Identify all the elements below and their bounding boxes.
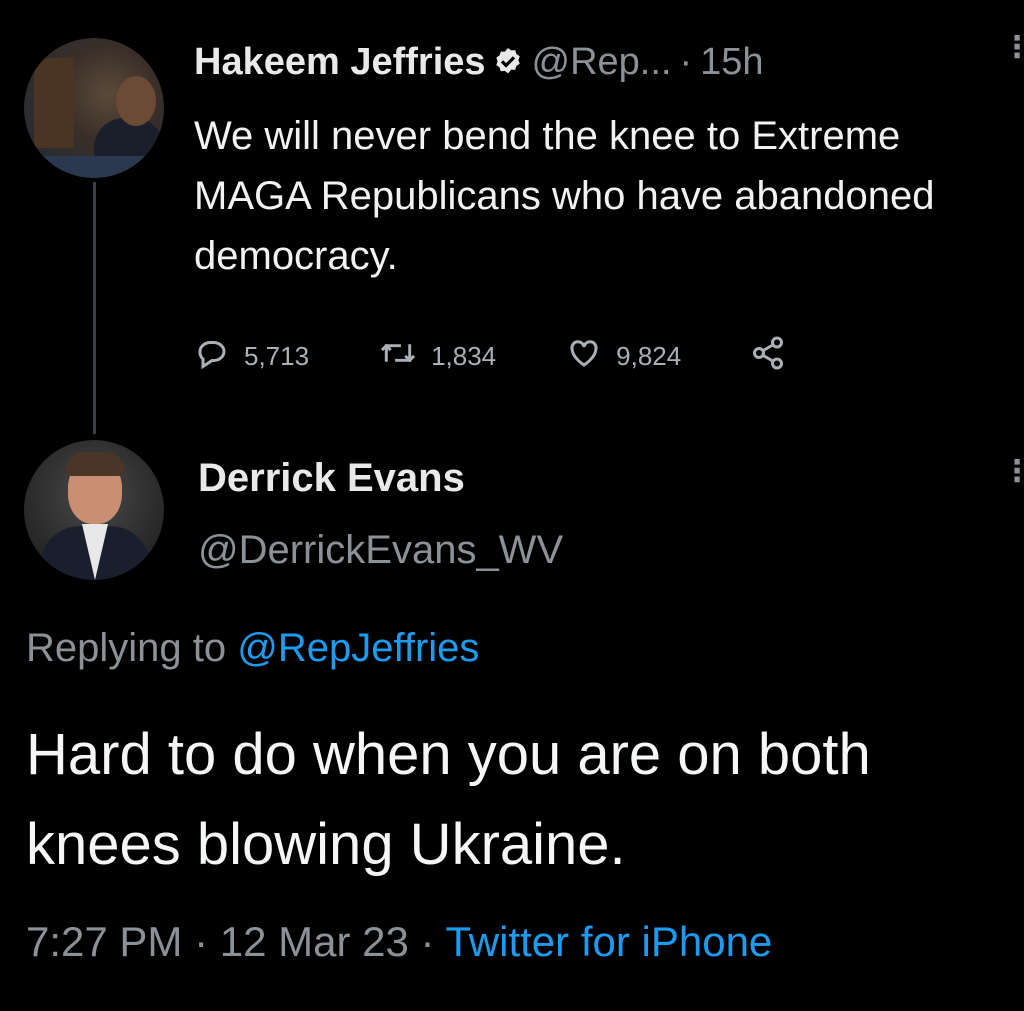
replying-to-line: Replying to @RepJeffries — [26, 626, 479, 671]
tweet1-text: We will never bend the knee to Extreme M… — [194, 114, 935, 278]
share-button[interactable] — [749, 335, 801, 378]
replying-to-mention-link[interactable]: @RepJeffries — [237, 626, 479, 670]
avatar-head — [116, 76, 156, 126]
tweet2-date[interactable]: 12 Mar 23 — [220, 918, 409, 965]
verified-badge-icon — [492, 42, 524, 90]
tweet2-handle[interactable]: @DerrickEvans_WV — [198, 528, 563, 573]
vertical-ellipsis-icon[interactable]: ⋮ — [1002, 33, 1024, 63]
share-icon — [749, 335, 801, 378]
replying-to-label: Replying to — [26, 626, 238, 670]
avatar-derrick-evans[interactable] — [24, 440, 164, 580]
thread-connector-line — [93, 182, 96, 434]
like-count: 9,824 — [616, 340, 682, 371]
retweet-button[interactable]: 1,834 — [379, 335, 496, 378]
reply-count: 5,713 — [244, 340, 310, 371]
separator-dot: · — [194, 918, 209, 965]
separator-dot: · — [420, 918, 435, 965]
comment-bubble-icon — [194, 335, 244, 378]
tweet1-timestamp[interactable]: 15h — [700, 41, 763, 83]
tweet2-metadata: 7:27 PM · 12 Mar 23 · Twitter for iPhone — [26, 918, 772, 966]
heart-icon — [566, 335, 616, 378]
retweet-count: 1,834 — [431, 340, 497, 371]
avatar-hakeem-jeffries[interactable] — [24, 38, 164, 178]
tweet2-source-link[interactable]: Twitter for iPhone — [445, 918, 772, 965]
tweet1-header: Hakeem Jeffries @Rep... · 15h — [194, 38, 764, 90]
retweet-icon — [379, 335, 431, 378]
avatar-desk — [24, 156, 164, 178]
tweet2-text: Hard to do when you are on both knees bl… — [26, 722, 871, 877]
vertical-ellipsis-icon[interactable]: ⋮ — [1002, 457, 1024, 487]
tweet2-time[interactable]: 7:27 PM — [26, 918, 182, 965]
tweet1-author-name[interactable]: Hakeem Jeffries — [194, 41, 486, 83]
reply-button[interactable]: 5,713 — [194, 335, 309, 378]
tweet2-author-name[interactable]: Derrick Evans — [198, 456, 465, 501]
separator-dot: · — [679, 41, 693, 83]
avatar-background — [34, 58, 74, 148]
avatar-hair — [66, 452, 124, 476]
tweet1-action-bar: 5,713 1,834 9,824 — [194, 336, 851, 376]
like-button[interactable]: 9,824 — [566, 335, 681, 378]
tweet1-handle[interactable]: @Rep... — [532, 41, 672, 83]
